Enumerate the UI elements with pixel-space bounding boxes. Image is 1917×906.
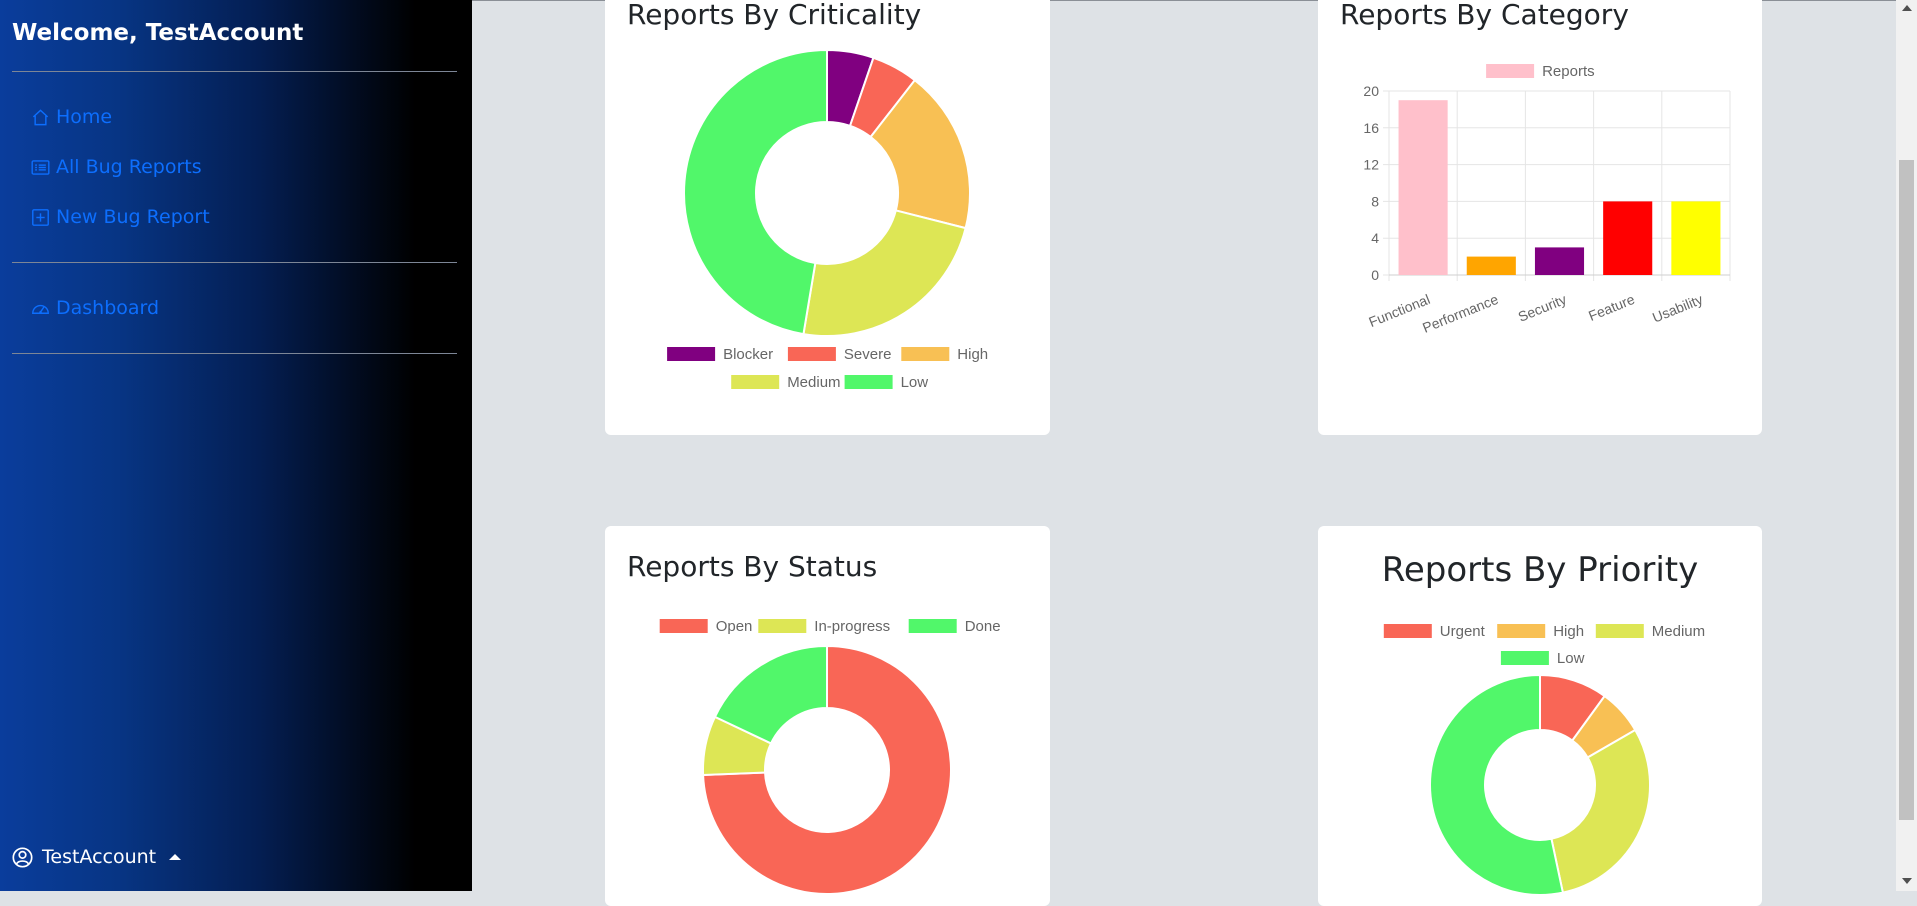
sidebar: Welcome, TestAccount Home All Bug Report…	[0, 0, 472, 891]
y-tick-label: 16	[1363, 120, 1379, 136]
legend-label[interactable]: High	[1553, 623, 1584, 640]
bar-performance[interactable]	[1466, 256, 1516, 275]
legend-swatch[interactable]	[1486, 64, 1535, 78]
legend-swatch[interactable]	[1383, 624, 1432, 638]
legend-label[interactable]: Low	[901, 374, 929, 391]
legend-label[interactable]: Low	[1557, 650, 1585, 667]
doughnut-slice-low[interactable]	[683, 48, 828, 336]
bar-security[interactable]	[1534, 247, 1585, 275]
welcome-title: Welcome, TestAccount	[12, 20, 304, 46]
y-tick-label: 0	[1371, 267, 1379, 283]
doughnut-slice-medium[interactable]	[802, 209, 967, 337]
legend-label[interactable]: Reports	[1542, 63, 1595, 80]
chart-card-criticality: Reports By Criticality Blocker Severe High…	[605, 0, 1050, 435]
chart-card-priority: Reports By Priority Urgent High Medium Low	[1318, 526, 1762, 906]
x-tick-label: Performance	[1420, 291, 1501, 336]
legend-label[interactable]: In-progress	[814, 618, 890, 635]
nav-dashboard[interactable]: Dashboard	[31, 297, 159, 319]
legend-swatch[interactable]	[901, 347, 950, 361]
criticality-doughnut-chart: Blocker Severe High Medium Low	[667, 48, 988, 391]
legend-swatch[interactable]	[908, 619, 957, 633]
bar-functional[interactable]	[1398, 100, 1448, 275]
category-bar-chart: Reports048121620FunctionalPerformance Sec…	[1363, 63, 1731, 336]
legend-label[interactable]: High	[957, 346, 988, 363]
legend-label[interactable]: Urgent	[1440, 623, 1486, 640]
nav-home-label: Home	[56, 106, 113, 128]
scroll-down-arrow-icon[interactable]	[1902, 878, 1912, 884]
legend-swatch[interactable]	[731, 375, 780, 389]
nav-dashboard-label: Dashboard	[56, 297, 160, 319]
page-scrollbar[interactable]	[1896, 0, 1917, 891]
bar-usability[interactable]	[1671, 201, 1721, 275]
legend-label[interactable]: Medium	[1652, 623, 1705, 640]
legend-label[interactable]: Open	[716, 618, 753, 635]
y-tick-label: 20	[1363, 83, 1379, 99]
nav-all-bug-reports-label: All Bug Reports	[56, 156, 202, 178]
speedometer-icon	[32, 304, 49, 314]
y-tick-label: 4	[1371, 230, 1379, 246]
priority-doughnut-chart: Urgent High Medium Low	[1383, 623, 1705, 896]
house-icon	[32, 108, 49, 125]
chart-card-status: Reports By Status Open In-progress Done	[605, 526, 1050, 906]
scroll-up-arrow-icon[interactable]	[1902, 5, 1912, 11]
y-tick-label: 12	[1363, 157, 1379, 173]
chart-card-category: Reports By Category Reports 0 4 8 12 16 20 Func…	[1318, 0, 1762, 435]
legend-swatch[interactable]	[667, 347, 716, 361]
caret-up-icon	[169, 854, 182, 860]
legend-label[interactable]: Done	[965, 618, 1001, 635]
legend-label[interactable]: Medium	[787, 374, 840, 391]
x-tick-label: Usability	[1650, 291, 1705, 326]
plus-square-icon	[32, 208, 49, 226]
user-name: TestAccount	[42, 846, 157, 868]
legend-swatch[interactable]	[1497, 624, 1546, 638]
y-tick-label: 8	[1371, 193, 1379, 209]
legend-label[interactable]: Blocker	[723, 346, 773, 363]
scroll-thumb[interactable]	[1899, 160, 1914, 820]
bar-feature[interactable]	[1603, 201, 1653, 275]
sidebar-divider	[12, 262, 457, 263]
sidebar-divider	[12, 71, 457, 72]
legend-swatch[interactable]	[758, 619, 807, 633]
nav-new-bug-report-label: New Bug Report	[56, 206, 210, 228]
list-icon	[31, 159, 50, 175]
nav-new-bug-report[interactable]: New Bug Report	[31, 206, 210, 228]
person-circle-icon	[12, 846, 33, 868]
doughnut-slice-medium[interactable]	[1550, 728, 1651, 894]
sidebar-divider	[12, 353, 457, 354]
x-tick-label: Security	[1516, 291, 1569, 325]
user-menu[interactable]: TestAccount	[12, 846, 182, 868]
x-tick-label: Feature	[1586, 291, 1637, 324]
legend-swatch[interactable]	[787, 347, 836, 361]
legend-swatch[interactable]	[844, 375, 893, 389]
legend-swatch[interactable]	[1595, 624, 1644, 638]
nav-home[interactable]: Home	[31, 106, 112, 128]
nav-all-bug-reports[interactable]: All Bug Reports	[31, 156, 202, 178]
legend-swatch[interactable]	[1500, 651, 1549, 665]
legend-label[interactable]: Severe	[844, 346, 892, 363]
status-doughnut-chart: Open In-progress Done	[659, 618, 1001, 895]
legend-swatch[interactable]	[659, 619, 708, 633]
